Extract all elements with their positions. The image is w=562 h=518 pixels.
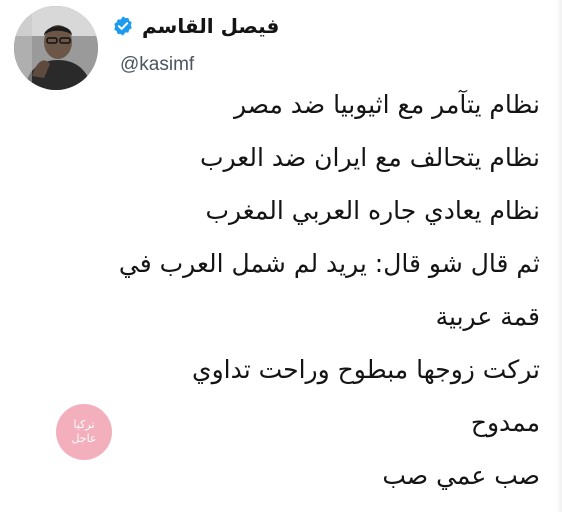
- tweet-line: قمة عربية: [435, 302, 540, 331]
- tweet-line: صب عمي صب: [382, 461, 540, 490]
- verified-badge-icon: [114, 16, 132, 36]
- watermark-text-bottom: عاجل: [71, 432, 97, 445]
- tweet-line: نظام يعادي جاره العربي المغرب: [205, 196, 540, 225]
- watermark-text-top: تركيا: [73, 418, 95, 431]
- tweet-line: نظام يتحالف مع ايران ضد العرب: [199, 143, 540, 172]
- author-display-name[interactable]: فيصل القاسم: [142, 14, 279, 38]
- avatar[interactable]: [14, 6, 98, 90]
- avatar-photo-icon: [14, 6, 98, 90]
- tweet-text: نظام يتآمر مع اثيوبيا ضد مصر نظام يتحالف…: [24, 92, 540, 518]
- tweet-card: فيصل القاسم @kasimf نظام يتآمر مع اثيوبي…: [0, 0, 562, 512]
- tweet-line: ثم قال شو قال: يريد لم شمل العرب في: [118, 249, 540, 278]
- tweet-line: تركت زوجها مبطوح وراحت تداوي: [192, 355, 540, 384]
- edge-shadow: [556, 0, 562, 512]
- tweet-line: نظام يتآمر مع اثيوبيا ضد مصر: [234, 90, 540, 119]
- watermark-logo: تركيا عاجل: [56, 404, 112, 460]
- author-name-row[interactable]: فيصل القاسم: [112, 14, 279, 38]
- author-handle[interactable]: @kasimf: [120, 54, 194, 76]
